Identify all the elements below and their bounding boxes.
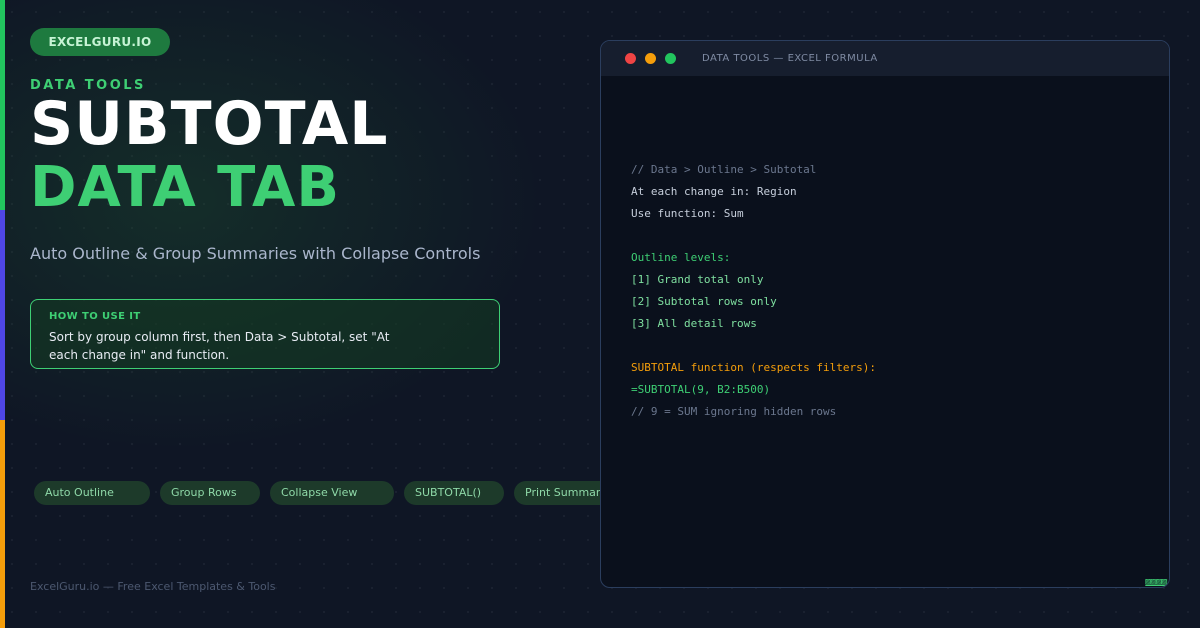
code-line: [3] All detail rows xyxy=(631,317,757,330)
terminal-title: DATA TOOLS — EXCEL FORMULA xyxy=(702,53,878,64)
minimize-dot-icon[interactable] xyxy=(645,53,656,64)
code-line: SUBTOTAL function (respects filters): xyxy=(631,361,877,374)
corner-mark: ▨▨▨▨ xyxy=(1145,577,1167,587)
code-line: // 9 = SUM ignoring hidden rows xyxy=(631,405,837,418)
code-line: =SUBTOTAL(9, B2:B500) xyxy=(631,383,771,396)
tag-auto-outline[interactable]: Auto Outline xyxy=(34,481,150,505)
accent-bar-orange xyxy=(0,420,5,628)
accent-bar-green xyxy=(0,0,5,210)
terminal-title-bar: DATA TOOLS — EXCEL FORMULA xyxy=(601,41,1169,76)
page-title-line-1: SUBTOTAL xyxy=(30,89,389,159)
code-line: At each change in: Region xyxy=(631,185,797,198)
how-to-box: HOW TO USE IT Sort by group column first… xyxy=(30,299,500,369)
maximize-dot-icon[interactable] xyxy=(665,53,676,64)
accent-bar-blue xyxy=(0,210,5,420)
tag-subtotal-function[interactable]: SUBTOTAL() xyxy=(404,481,504,505)
page-subtitle: Auto Outline & Group Summaries with Coll… xyxy=(30,244,481,263)
close-dot-icon[interactable] xyxy=(625,53,636,64)
tag-collapse-view[interactable]: Collapse View xyxy=(270,481,394,505)
code-line: [2] Subtotal rows only xyxy=(631,295,777,308)
footer-text: ExcelGuru.io — Free Excel Templates & To… xyxy=(30,580,276,593)
how-to-title: HOW TO USE IT xyxy=(49,311,141,322)
brand-badge[interactable]: EXCELGURU.IO xyxy=(30,28,170,56)
tag-print-summary[interactable]: Print Summary xyxy=(514,481,600,505)
code-line: // Data > Outline > Subtotal xyxy=(631,163,817,176)
code-line: Use function: Sum xyxy=(631,207,744,220)
terminal-window: DATA TOOLS — EXCEL FORMULA // Data > Out… xyxy=(600,40,1170,588)
code-block: // Data > Outline > Subtotal At each cha… xyxy=(631,159,876,423)
code-line: [1] Grand total only xyxy=(631,273,764,286)
promo-card: EXCELGURU.IO DATA TOOLS SUBTOTAL DATA TA… xyxy=(0,0,1200,628)
tag-group-rows[interactable]: Group Rows xyxy=(160,481,260,505)
feature-tags: Auto Outline Group Rows Collapse View SUBTO… xyxy=(34,481,600,505)
how-to-body: Sort by group column first, then Data > … xyxy=(49,330,390,362)
code-line: Outline levels: xyxy=(631,251,731,264)
page-title-line-2: DATA TAB xyxy=(30,155,341,220)
